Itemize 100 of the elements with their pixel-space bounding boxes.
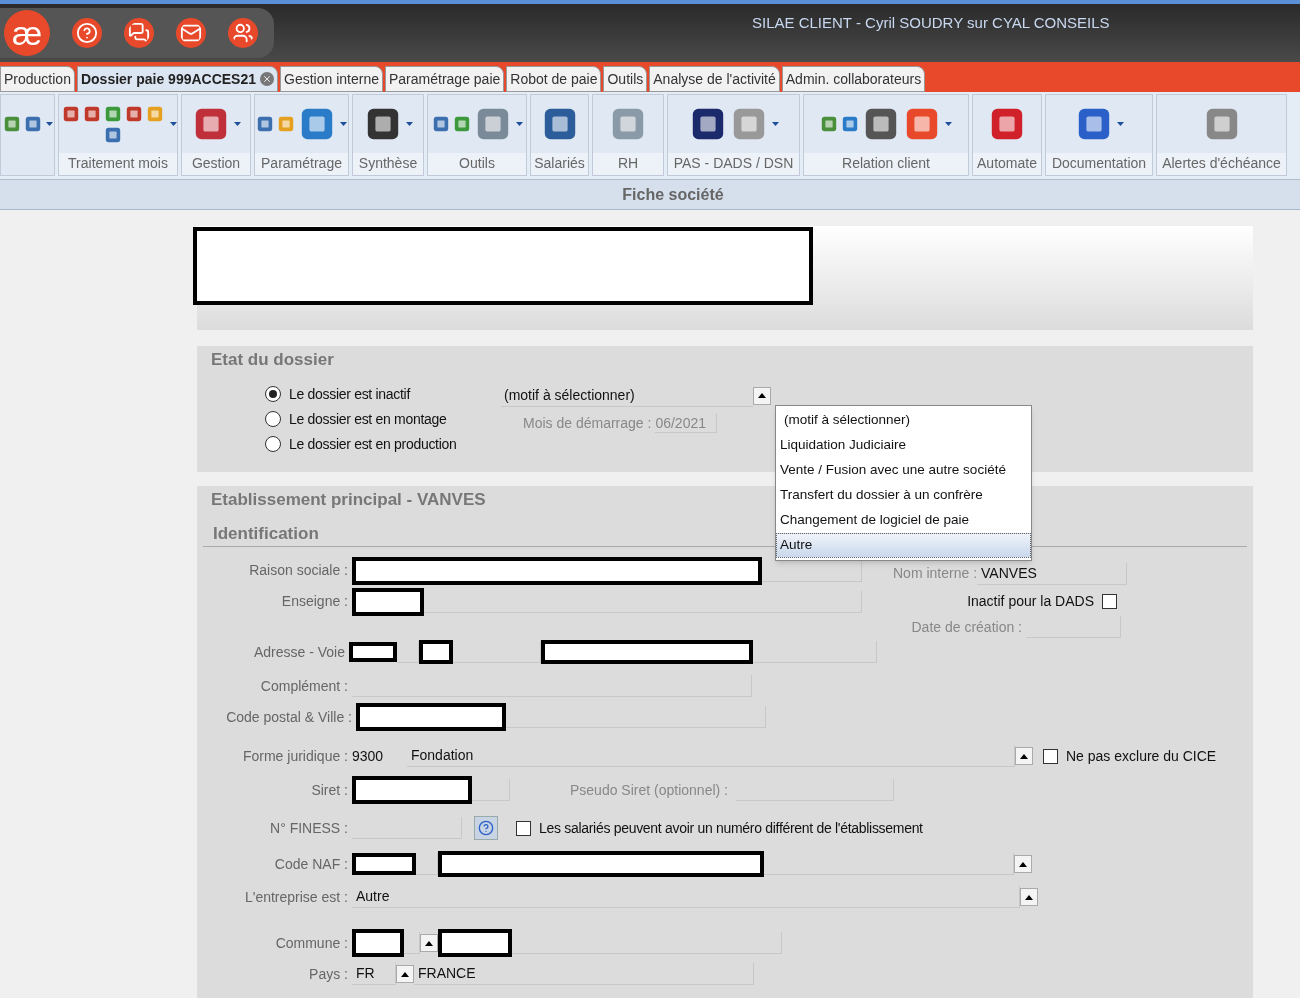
field-label: Adresse - Voie (252, 642, 346, 662)
tab[interactable]: Outils (603, 66, 648, 92)
group-label: Relation client (804, 153, 968, 175)
redaction-block (352, 929, 404, 957)
up-arrow-icon (1020, 753, 1028, 759)
input-field[interactable] (506, 706, 766, 728)
section-header: Fiche société (0, 180, 1300, 210)
field-label: Date de création : (911, 617, 1023, 637)
panel-title: Etablissement principal - VANVES (211, 489, 486, 511)
tab[interactable]: Robot de paie (506, 66, 602, 92)
up-arrow-icon (758, 393, 766, 398)
mail-icon[interactable] (176, 18, 206, 48)
group-label: Traitement mois (59, 153, 177, 175)
caret-icon (340, 122, 347, 126)
checkbox-label: Ne pas exclure du CICE (1066, 746, 1217, 766)
menu-item[interactable]: Transfert du dossier à un confrère (776, 483, 1031, 508)
checkbox[interactable] (1043, 748, 1058, 764)
field-label: Code NAF : (273, 854, 349, 874)
group-label: Salariés (531, 153, 588, 175)
chat-icon[interactable] (124, 18, 154, 48)
motif-select[interactable]: (motif à sélectionner) (501, 384, 753, 407)
menu-item[interactable]: (motif à sélectionner) (776, 408, 1031, 433)
input-field[interactable] (512, 932, 782, 954)
redaction-block (349, 642, 397, 662)
redaction-block (352, 853, 416, 875)
caret-icon (45, 122, 53, 126)
field-label: Nom interne : (892, 564, 978, 583)
field-value: 9300 (352, 746, 385, 766)
group-label: Documentation (1046, 153, 1152, 175)
radio-label: Le dossier est en production (289, 434, 457, 454)
radio-button[interactable] (265, 411, 281, 427)
group-label: PAS - DADS / DSN (668, 153, 799, 175)
input-field[interactable]: FRANCE (414, 963, 754, 985)
tab[interactable]: Analyse de l'activité (649, 66, 780, 92)
dropdown-button[interactable] (1015, 747, 1033, 765)
dropdown-button[interactable] (1014, 855, 1032, 873)
up-arrow-icon (1025, 894, 1033, 900)
up-arrow-icon (1019, 861, 1027, 867)
up-arrow-icon (401, 971, 409, 977)
field-label: Forme juridique : (241, 746, 349, 766)
caret-icon (1116, 122, 1124, 126)
radio-label: Le dossier est inactif (289, 384, 411, 404)
field-label: Mois de démarrage : (523, 413, 652, 433)
field-label: Raison sociale : (248, 561, 349, 580)
radio-button[interactable] (265, 386, 281, 402)
tab[interactable]: Paramétrage paie (385, 66, 505, 92)
field-label: Pays : (308, 964, 349, 984)
users-icon[interactable] (228, 18, 258, 48)
tab[interactable]: Gestion interne (280, 66, 383, 92)
dropdown-button[interactable] (753, 386, 771, 405)
radio-button[interactable] (265, 436, 281, 452)
input-field[interactable]: Fondation (407, 745, 1015, 767)
close-icon[interactable] (260, 72, 275, 86)
help-button[interactable] (474, 816, 498, 840)
checkbox[interactable] (1102, 594, 1117, 609)
help-icon (478, 820, 494, 836)
field-label: N° FINESS : (269, 818, 349, 838)
menu-item[interactable]: Autre (776, 533, 1031, 558)
caret-icon (405, 122, 413, 126)
group-label: Gestion (182, 153, 250, 175)
group-label: Alertes d'échéance (1157, 153, 1286, 175)
tab[interactable]: Dossier paie 999ACCES21 (76, 66, 279, 92)
tab[interactable]: Admin. collaborateurs (781, 66, 926, 92)
group-label: RH (593, 153, 663, 175)
input-field[interactable] (764, 853, 1014, 875)
radio-label: Le dossier est en montage (289, 409, 447, 429)
dropdown-button[interactable] (396, 965, 414, 983)
input-field[interactable]: VANVES (977, 562, 1128, 585)
checkbox-label: Les salariés peuvent avoir un numéro différent de l'établissement (539, 818, 923, 838)
help-icon[interactable] (72, 18, 102, 48)
group-label: Synthèse (353, 153, 423, 175)
group-label: Automate (973, 153, 1041, 175)
dropdown-button[interactable] (420, 934, 438, 952)
input-field[interactable]: Autre (352, 886, 1020, 908)
menu-item[interactable]: Vente / Fusion avec une autre société (776, 458, 1031, 483)
dropdown-button[interactable] (1020, 888, 1038, 906)
panel-title: Etat du dossier (211, 349, 334, 371)
caret-icon (233, 122, 241, 126)
field-label: Complément : (259, 676, 349, 696)
field-label: Enseigne : (280, 592, 349, 611)
app-logo[interactable]: æ (4, 10, 50, 56)
field-label: Commune : (274, 933, 349, 953)
redaction-block (352, 587, 424, 616)
input-field[interactable] (472, 779, 510, 801)
caret-icon (945, 122, 952, 126)
group-label: Outils (428, 153, 526, 175)
input-field[interactable] (753, 641, 877, 663)
input-field[interactable] (424, 590, 862, 613)
up-arrow-icon (425, 940, 433, 946)
caret-icon (515, 122, 523, 126)
field-label: Siret : (310, 780, 349, 800)
group-label: Paramétrage (255, 153, 348, 175)
caret-icon (169, 122, 177, 126)
field-label: Code postal & Ville : (225, 707, 353, 727)
tab[interactable]: Production (0, 66, 75, 92)
redaction-block (419, 640, 453, 664)
caret-icon (771, 122, 779, 126)
field-label: Pseudo Siret (optionnel) : (570, 780, 729, 800)
menu-item[interactable]: Liquidation Judiciaire (776, 433, 1031, 458)
checkbox[interactable] (516, 820, 531, 836)
